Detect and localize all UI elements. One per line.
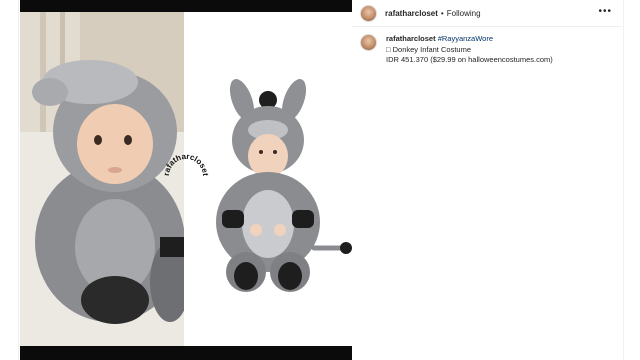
- post-sidebar: rafatharcloset • Following ••• rafatharc…: [352, 0, 622, 360]
- watermark-text: rafatharcloset: [162, 152, 210, 177]
- post-media[interactable]: rafatharcloset: [20, 0, 352, 360]
- letterbox-top: [20, 0, 352, 12]
- caption-username[interactable]: rafatharcloset: [386, 34, 436, 43]
- caption-line-2: □ Donkey Infant Costume: [386, 44, 471, 54]
- separator-dot: •: [440, 8, 444, 18]
- svg-text:rafatharcloset: rafatharcloset: [162, 152, 210, 177]
- watermark-logo: rafatharcloset: [160, 150, 212, 202]
- caption-line-3: IDR 451.370 ($29.99 on halloweencostumes…: [386, 55, 553, 64]
- caption-block: rafatharcloset #RayyanzaWore □ Donkey In…: [360, 34, 615, 66]
- caption-text: rafatharcloset #RayyanzaWore □ Donkey In…: [386, 34, 553, 66]
- caption-hashtag[interactable]: #RayyanzaWore: [438, 34, 493, 43]
- post-header: rafatharcloset • Following •••: [352, 0, 622, 27]
- more-horizontal-icon[interactable]: •••: [598, 7, 612, 17]
- caption-avatar[interactable]: [360, 34, 377, 51]
- follow-status-button[interactable]: Following: [447, 9, 481, 18]
- avatar[interactable]: [360, 4, 377, 22]
- header-username[interactable]: rafatharcloset: [385, 9, 438, 18]
- letterbox-bottom: [20, 346, 352, 360]
